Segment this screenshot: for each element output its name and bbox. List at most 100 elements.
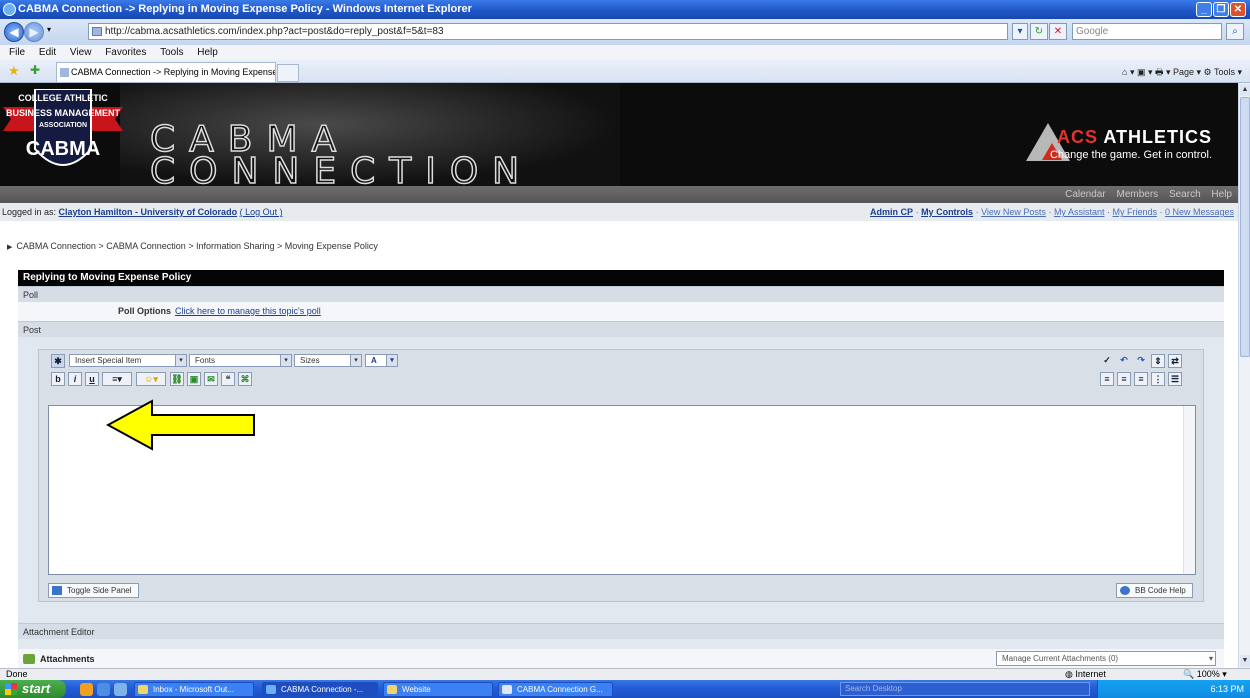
clock: 6:13 PM bbox=[1210, 684, 1244, 694]
command-bar[interactable]: ⌂ ▾ ▣ ▾ 🖶 ▾ Page ▾ ⚙ Tools ▾ bbox=[1122, 65, 1242, 79]
logout-link[interactable]: ( Log Out ) bbox=[240, 207, 283, 217]
logged-in-label: Logged in as: bbox=[2, 207, 59, 217]
sizes-select[interactable]: Sizes ▾ bbox=[294, 354, 362, 367]
status-bar: Done ◍ Internet 🔍 100% ▾ bbox=[0, 668, 1250, 680]
attachment-editor-label: Attachment Editor bbox=[18, 623, 1224, 639]
bold-button[interactable]: b bbox=[51, 372, 65, 386]
post-editor: ✱ Insert Special Item ▾ Fonts ▾ Sizes ▾ A ▾ … bbox=[38, 349, 1204, 602]
insert-special-item-select[interactable]: Insert Special Item ▾ bbox=[69, 354, 187, 367]
resize-icon[interactable]: ⇕ bbox=[1151, 354, 1165, 368]
align-center-icon[interactable]: ≡ bbox=[1117, 372, 1131, 386]
start-button[interactable]: start bbox=[0, 680, 66, 698]
zoom-level[interactable]: 🔍 100% ▾ bbox=[1183, 669, 1227, 680]
menu-view[interactable]: View bbox=[70, 47, 92, 58]
nav-calendar[interactable]: Calendar bbox=[1065, 189, 1106, 200]
attachments-row: Attachments Manage Current Attachments (… bbox=[18, 649, 1224, 668]
banner-title-connection: CONNECTION bbox=[149, 150, 534, 186]
my-friends-link[interactable]: My Friends bbox=[1112, 207, 1157, 217]
favorites-star-icon[interactable]: ★ bbox=[8, 63, 20, 79]
forward-button[interactable]: ▶ bbox=[24, 22, 44, 42]
attachments-label: Attachments bbox=[40, 654, 95, 664]
task-website[interactable]: Website bbox=[383, 682, 493, 697]
nav-search[interactable]: Search bbox=[1169, 189, 1201, 200]
tab-title: CABMA Connection -> Replying in Moving E… bbox=[71, 67, 276, 77]
menu-favorites[interactable]: Favorites bbox=[105, 47, 146, 58]
view-new-posts-link[interactable]: View New Posts bbox=[981, 207, 1046, 217]
undo-icon[interactable]: ↶ bbox=[1117, 354, 1131, 368]
email-icon[interactable]: ✉ bbox=[204, 372, 218, 386]
page-scrollbar[interactable]: ▲ ▼ bbox=[1238, 83, 1250, 668]
code-icon[interactable]: ⌘ bbox=[238, 372, 252, 386]
italic-button[interactable]: i bbox=[68, 372, 82, 386]
new-messages-link[interactable]: 0 New Messages bbox=[1165, 207, 1234, 217]
redo-icon[interactable]: ↷ bbox=[1134, 354, 1148, 368]
spellcheck-icon[interactable]: ✓ bbox=[1100, 354, 1114, 368]
breadcrumb-text[interactable]: CABMA Connection > CABMA Connection > In… bbox=[16, 241, 377, 251]
menu-edit[interactable]: Edit bbox=[39, 47, 56, 58]
svg-text:BUSINESS MANAGEMENT: BUSINESS MANAGEMENT bbox=[6, 108, 121, 118]
image-icon[interactable]: ▣ bbox=[187, 372, 201, 386]
manage-attachments-select[interactable]: Manage Current Attachments (0) ▾ bbox=[996, 651, 1216, 666]
emoticon-select[interactable]: ☺▾ bbox=[136, 372, 166, 386]
fonts-select[interactable]: Fonts ▾ bbox=[189, 354, 292, 367]
address-bar[interactable]: http://cabma.acsathletics.com/index.php?… bbox=[88, 23, 1008, 40]
attachment-icon bbox=[23, 654, 35, 664]
user-bar: Logged in as: Clayton Hamilton - Univers… bbox=[0, 203, 1238, 221]
taskbar: start Inbox - Microsoft Out... CABMA Con… bbox=[0, 680, 1250, 698]
menu-help[interactable]: Help bbox=[197, 47, 218, 58]
align-right-icon[interactable]: ≡ bbox=[1134, 372, 1148, 386]
my-assistant-link[interactable]: My Assistant bbox=[1054, 207, 1105, 217]
refresh-icon[interactable]: ↻ bbox=[1030, 23, 1048, 40]
quicklaunch-ie-icon[interactable] bbox=[97, 683, 110, 696]
stop-icon[interactable]: ✕ bbox=[1049, 23, 1067, 40]
manage-poll-link[interactable]: Click here to manage this topic's poll bbox=[175, 302, 321, 321]
desktop-search-input[interactable]: Search Desktop bbox=[840, 682, 1090, 696]
close-button[interactable]: ✕ bbox=[1230, 2, 1246, 17]
tab-active[interactable]: CABMA Connection -> Replying in Moving E… bbox=[56, 62, 276, 82]
quote-icon[interactable]: ❝ bbox=[221, 372, 235, 386]
search-icon[interactable]: ⌕ bbox=[1226, 23, 1244, 40]
quicklaunch-firefox-icon[interactable] bbox=[80, 683, 93, 696]
maximize-button[interactable]: ❐ bbox=[1213, 2, 1229, 17]
nav-members[interactable]: Members bbox=[1116, 189, 1158, 200]
new-tab-button[interactable] bbox=[277, 64, 299, 82]
nav-help[interactable]: Help bbox=[1211, 189, 1232, 200]
toggle-side-panel-button[interactable]: Toggle Side Panel bbox=[48, 583, 139, 598]
history-dropdown-icon[interactable]: ▾ bbox=[47, 25, 51, 34]
link-icon[interactable]: ⛓ bbox=[170, 372, 184, 386]
bbcode-help-button[interactable]: BB Code Help bbox=[1116, 583, 1193, 598]
address-toolbar: ◀ ▶ ▾ http://cabma.acsathletics.com/inde… bbox=[0, 19, 1250, 45]
align-select[interactable]: ≡▾ bbox=[102, 372, 132, 386]
quicklaunch-desktop-icon[interactable] bbox=[114, 683, 127, 696]
task-outlook[interactable]: Inbox - Microsoft Out... bbox=[134, 682, 254, 697]
numbered-list-icon[interactable]: ☰ bbox=[1168, 372, 1182, 386]
status-text: Done bbox=[6, 669, 28, 679]
admin-cp-link[interactable]: Admin CP bbox=[870, 207, 913, 217]
font-color-select[interactable]: A ▾ bbox=[365, 354, 398, 367]
add-favorite-icon[interactable]: ✚ bbox=[30, 63, 40, 77]
svg-text:ASSOCIATION: ASSOCIATION bbox=[39, 122, 87, 129]
my-controls-link[interactable]: My Controls bbox=[921, 207, 973, 217]
top-nav: Calendar Members Search Help bbox=[0, 186, 1238, 203]
bullet-list-icon[interactable]: ⋮ bbox=[1151, 372, 1165, 386]
switch-mode-icon[interactable]: ⇄ bbox=[1168, 354, 1182, 368]
textarea-scrollbar[interactable] bbox=[1183, 406, 1195, 574]
sponsor-tagline: Change the game. Get in control. bbox=[1049, 149, 1212, 161]
scroll-up-icon[interactable]: ▲ bbox=[1240, 84, 1250, 96]
task-cabma-connection-g[interactable]: CABMA Connection G... bbox=[498, 682, 613, 697]
special-item-icon[interactable]: ✱ bbox=[51, 354, 65, 368]
scroll-down-icon[interactable]: ▼ bbox=[1240, 655, 1250, 667]
align-left-icon[interactable]: ≡ bbox=[1100, 372, 1114, 386]
task-cabma-connection[interactable]: CABMA Connection -... bbox=[262, 682, 378, 697]
minimize-button[interactable]: _ bbox=[1196, 2, 1212, 17]
back-button[interactable]: ◀ bbox=[4, 22, 24, 42]
search-input[interactable]: Google bbox=[1072, 23, 1222, 40]
menu-file[interactable]: File bbox=[9, 47, 25, 58]
svg-text:CABMA: CABMA bbox=[26, 138, 100, 160]
security-zone: ◍ Internet bbox=[1065, 669, 1106, 679]
menu-tools[interactable]: Tools bbox=[160, 47, 183, 58]
user-name-link[interactable]: Clayton Hamilton - University of Colorad… bbox=[59, 207, 238, 217]
address-dropdown-icon[interactable]: ▾ bbox=[1012, 23, 1028, 40]
underline-button[interactable]: u bbox=[85, 372, 99, 386]
scroll-thumb[interactable] bbox=[1240, 97, 1250, 357]
